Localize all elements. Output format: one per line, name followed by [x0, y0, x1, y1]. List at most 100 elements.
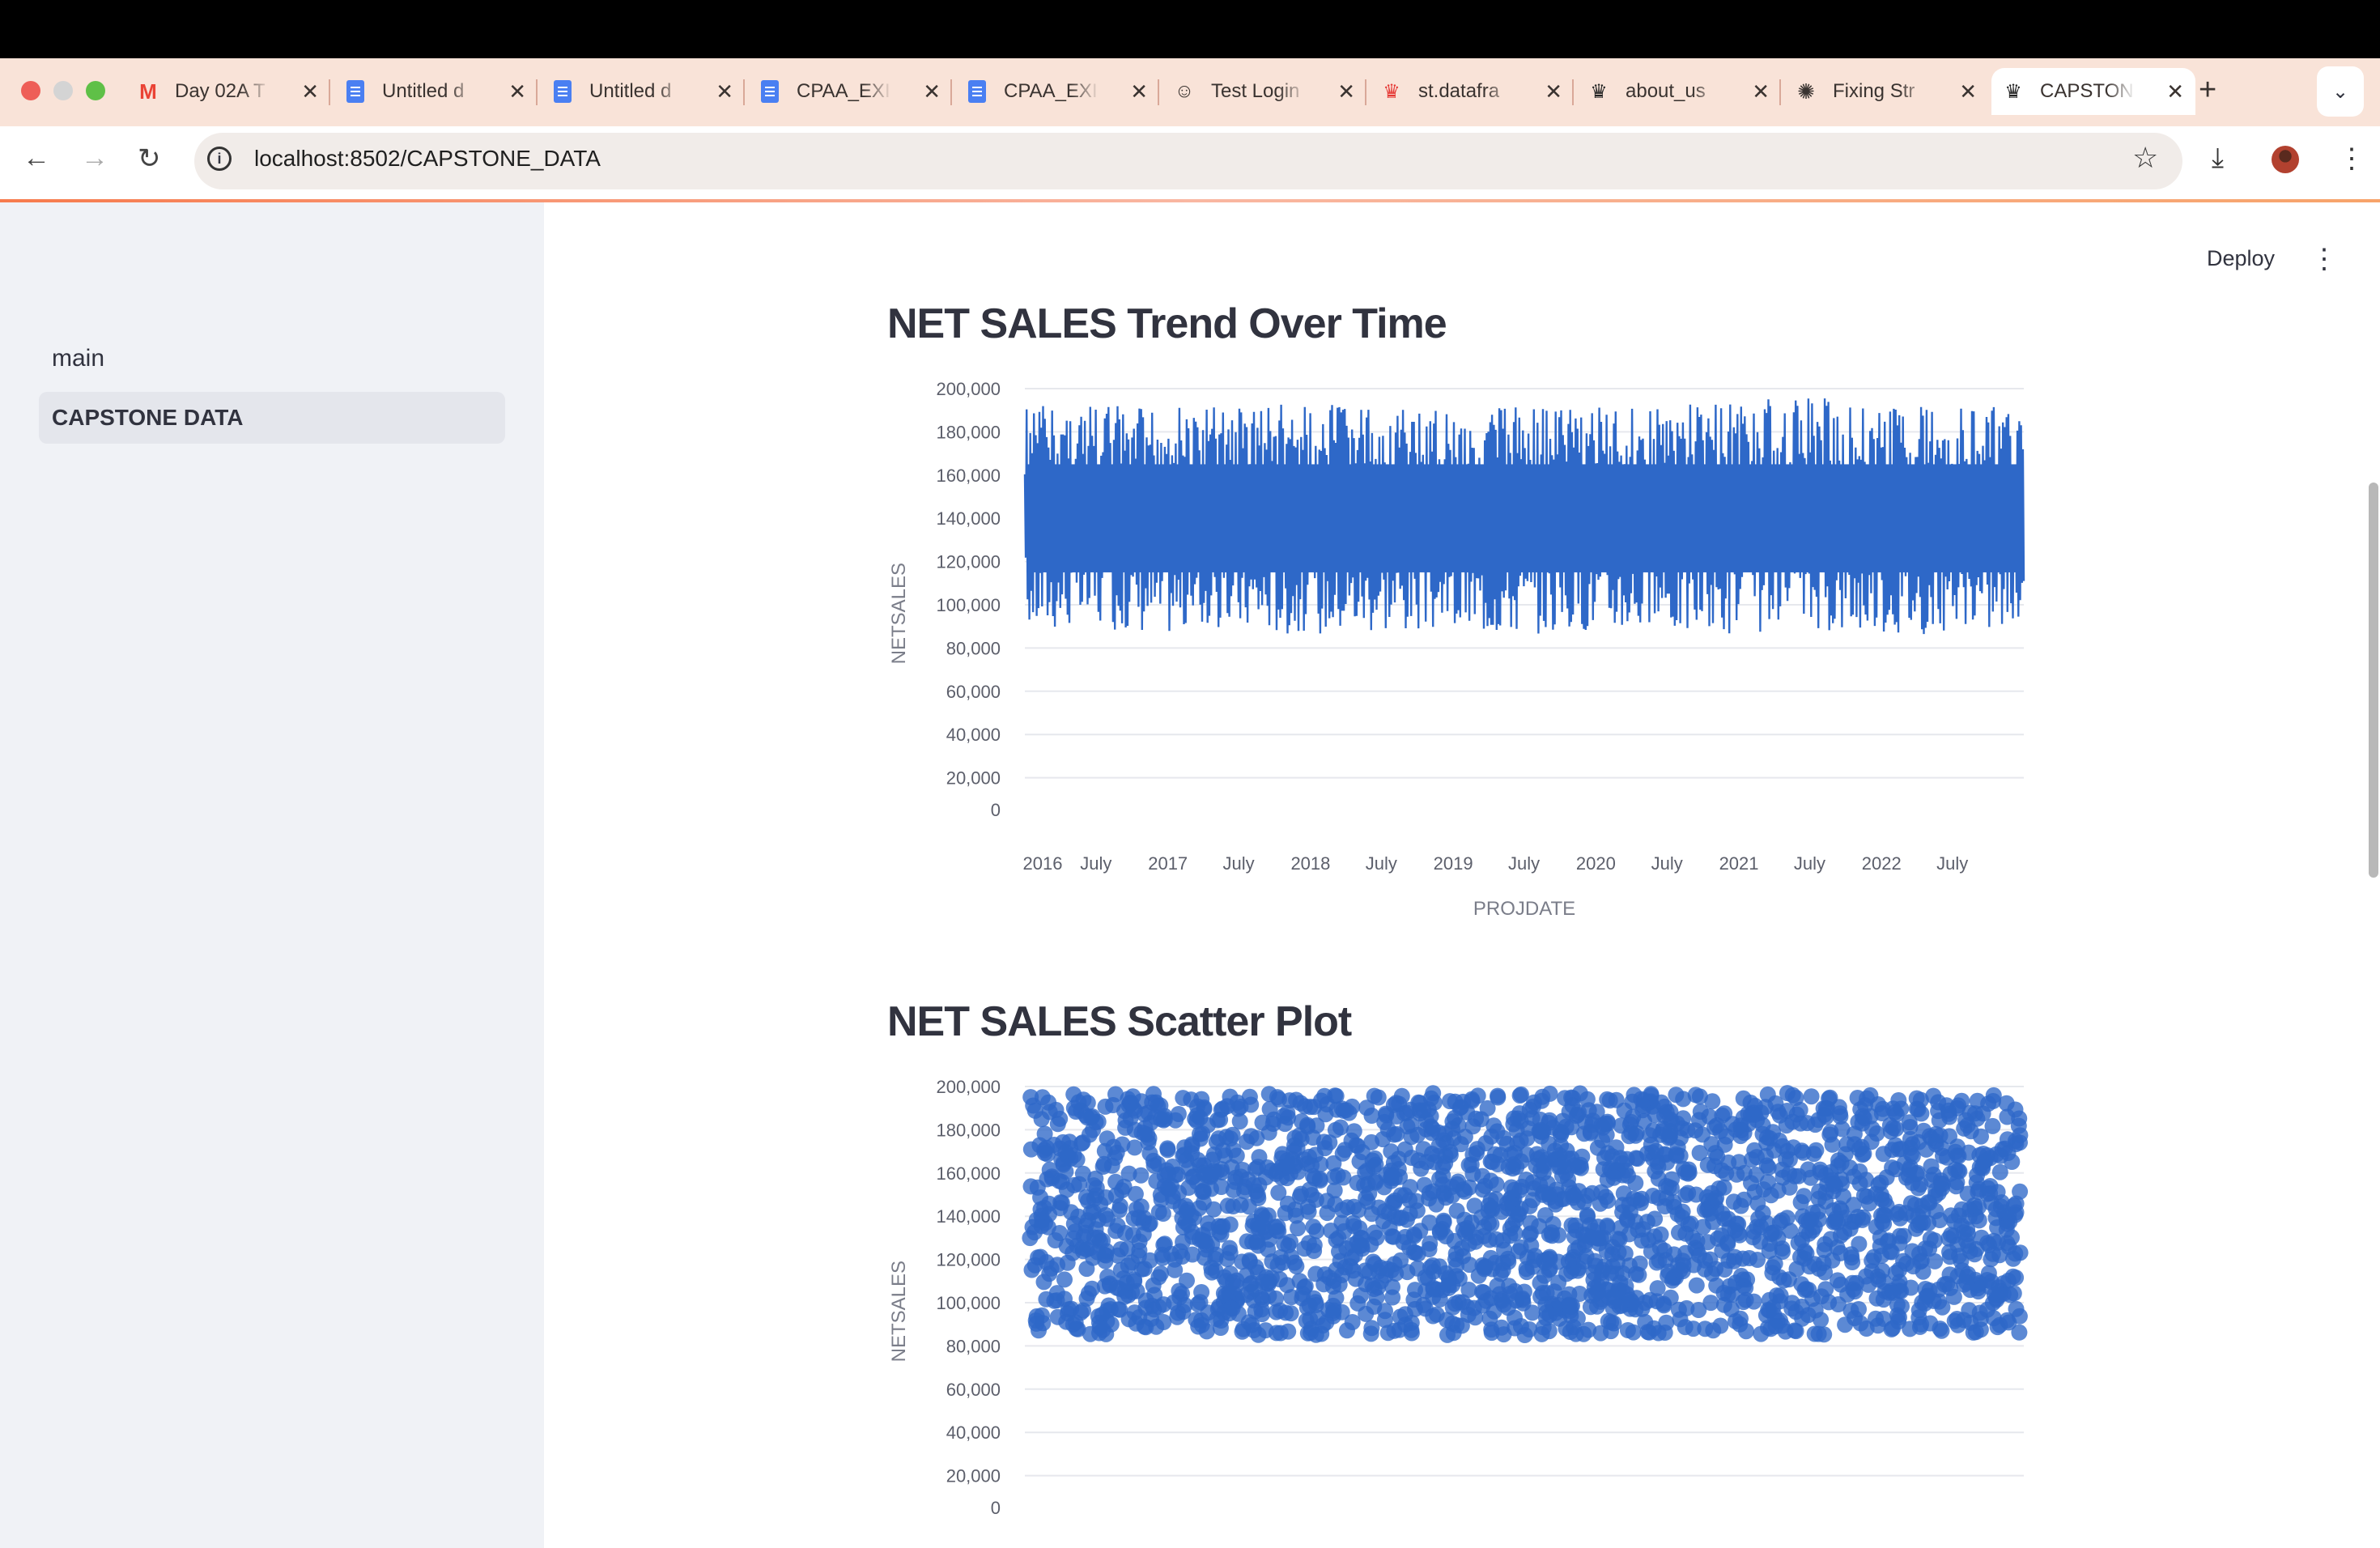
close-tab-icon[interactable]: ✕ — [301, 79, 319, 104]
y-tick-label: 140,000 — [936, 508, 1001, 529]
scatter-point — [1881, 1243, 1898, 1260]
tab-separator — [1158, 79, 1159, 105]
bookmark-star-icon[interactable]: ☆ — [2132, 141, 2158, 175]
close-tab-icon[interactable]: ✕ — [923, 79, 941, 104]
scatter-point — [1832, 1108, 1849, 1125]
scatter-point — [1681, 1161, 1698, 1178]
tab-2[interactable]: Untitled d ✕ — [334, 68, 538, 115]
scatter-point — [1665, 1246, 1682, 1263]
scatter-point — [1082, 1325, 1099, 1342]
scatter-point — [1213, 1218, 1230, 1235]
scatter-point — [1796, 1188, 1813, 1205]
scatter-point — [1204, 1151, 1221, 1168]
maximize-window-button[interactable] — [86, 81, 105, 100]
tab-search-icon[interactable]: ⌄ — [2317, 66, 2364, 117]
scatter-point — [1583, 1116, 1600, 1133]
tab-label: Day 02A T — [175, 80, 266, 102]
scatter-point — [2005, 1285, 2022, 1302]
scatter-point — [1296, 1151, 1313, 1168]
scatter-point — [1886, 1104, 1903, 1121]
tab-label: CAPSTON — [2040, 80, 2134, 102]
deploy-button[interactable]: Deploy — [2207, 246, 2275, 271]
close-tab-icon[interactable]: ✕ — [1545, 79, 1562, 104]
site-info-icon[interactable]: i — [207, 147, 232, 171]
main-menu-icon[interactable]: ⋮ — [2310, 243, 2338, 275]
new-tab-icon[interactable]: + — [2199, 73, 2216, 108]
scatter-point — [1052, 1200, 1069, 1217]
close-tab-icon[interactable]: ✕ — [2166, 79, 2184, 104]
tab-9[interactable]: ✺ Fixing Str ✕ — [1784, 68, 1988, 115]
scatter-point — [1950, 1207, 1967, 1224]
reload-icon[interactable]: ↻ — [138, 142, 161, 175]
scatter-point — [1335, 1169, 1352, 1186]
scatter-point — [1058, 1181, 1075, 1198]
scatter-point — [1065, 1316, 1082, 1333]
scatter-point — [1861, 1195, 1877, 1212]
tab-4[interactable]: CPAA_EXI ✕ — [748, 68, 952, 115]
browser-menu-icon[interactable]: ⋮ — [2338, 142, 2365, 175]
scatter-point — [1490, 1156, 1507, 1172]
close-tab-icon[interactable]: ✕ — [716, 79, 733, 104]
close-tab-icon[interactable]: ✕ — [1959, 79, 1977, 104]
scatter-point — [1349, 1201, 1366, 1218]
tab-1[interactable]: M Day 02A T ✕ — [126, 68, 330, 115]
scatter-point — [1524, 1174, 1541, 1191]
scatter-point — [1224, 1126, 1241, 1143]
scatter-point — [1547, 1196, 1564, 1213]
scatter-point — [1615, 1185, 1632, 1202]
scatter-point — [1735, 1294, 1752, 1311]
scatter-point — [1415, 1296, 1432, 1313]
close-window-button[interactable] — [21, 81, 40, 100]
y-tick-label: 20,000 — [946, 768, 1001, 789]
scatter-point — [1354, 1144, 1371, 1160]
scatter-point — [1908, 1100, 1925, 1117]
scatter-point — [1331, 1276, 1348, 1293]
scatter-chart[interactable]: 0 20,000 40,000 60,000 80,000 100,000 120,000 1… — [882, 1064, 2048, 1548]
close-tab-icon[interactable]: ✕ — [1337, 79, 1355, 104]
chart1-title: NET SALES Trend Over Time — [887, 300, 1447, 347]
tab-5[interactable]: CPAA_EXI ✕ — [955, 68, 1159, 115]
tab-label: CPAA_EXI — [797, 80, 890, 102]
scatter-point — [1652, 1126, 1669, 1143]
scatter-point — [1999, 1131, 2016, 1148]
scatter-point — [1128, 1315, 1145, 1332]
profile-avatar[interactable] — [2272, 146, 2299, 173]
scatter-point — [1656, 1198, 1673, 1214]
scatter-points — [1022, 1085, 2029, 1343]
close-tab-icon[interactable]: ✕ — [1130, 79, 1148, 104]
scatter-point — [1795, 1144, 1812, 1161]
scatter-point — [1245, 1176, 1262, 1193]
scatter-point — [1690, 1302, 1707, 1318]
scatter-point — [1685, 1320, 1702, 1337]
scatter-point — [1300, 1203, 1317, 1220]
scatter-point — [1323, 1223, 1340, 1239]
close-tab-icon[interactable]: ✕ — [508, 79, 526, 104]
scatter-point — [1194, 1125, 1211, 1142]
scatter-point — [1191, 1200, 1208, 1217]
minimize-window-button[interactable] — [53, 81, 73, 100]
scatter-point — [1420, 1101, 1437, 1118]
y-tick-label: 140,000 — [936, 1206, 1001, 1227]
tab-10[interactable]: ♛ CAPSTON ✕ — [1991, 68, 2195, 115]
close-tab-icon[interactable]: ✕ — [1752, 79, 1770, 104]
scatter-point — [1821, 1089, 1838, 1106]
tab-6[interactable]: ☺ Test Login ✕ — [1162, 68, 1366, 115]
sidebar-item-main[interactable]: main — [52, 345, 104, 372]
download-icon[interactable]: ⤓ — [2212, 142, 2224, 174]
tab-3[interactable]: Untitled d ✕ — [541, 68, 745, 115]
back-icon[interactable]: ← — [23, 142, 50, 174]
scatter-point — [1434, 1176, 1451, 1193]
scatter-point — [1561, 1296, 1578, 1313]
url-text: localhost:8502/CAPSTONE_DATA — [254, 146, 601, 171]
tab-8[interactable]: ♛ about_us ✕ — [1577, 68, 1781, 115]
scrollbar[interactable] — [2369, 483, 2378, 878]
scatter-point — [1435, 1214, 1452, 1231]
scatter-point — [1851, 1163, 1868, 1180]
scatter-point — [1385, 1228, 1402, 1245]
forward-icon[interactable]: → — [81, 142, 108, 174]
scatter-point — [1421, 1214, 1438, 1231]
line-chart[interactable]: 0 20,000 40,000 60,000 80,000 100,000 120,000 1… — [882, 366, 2048, 933]
scatter-point — [1099, 1130, 1116, 1147]
scatter-point — [1787, 1323, 1804, 1340]
tab-7[interactable]: ♛ st.datafra ✕ — [1370, 68, 1574, 115]
